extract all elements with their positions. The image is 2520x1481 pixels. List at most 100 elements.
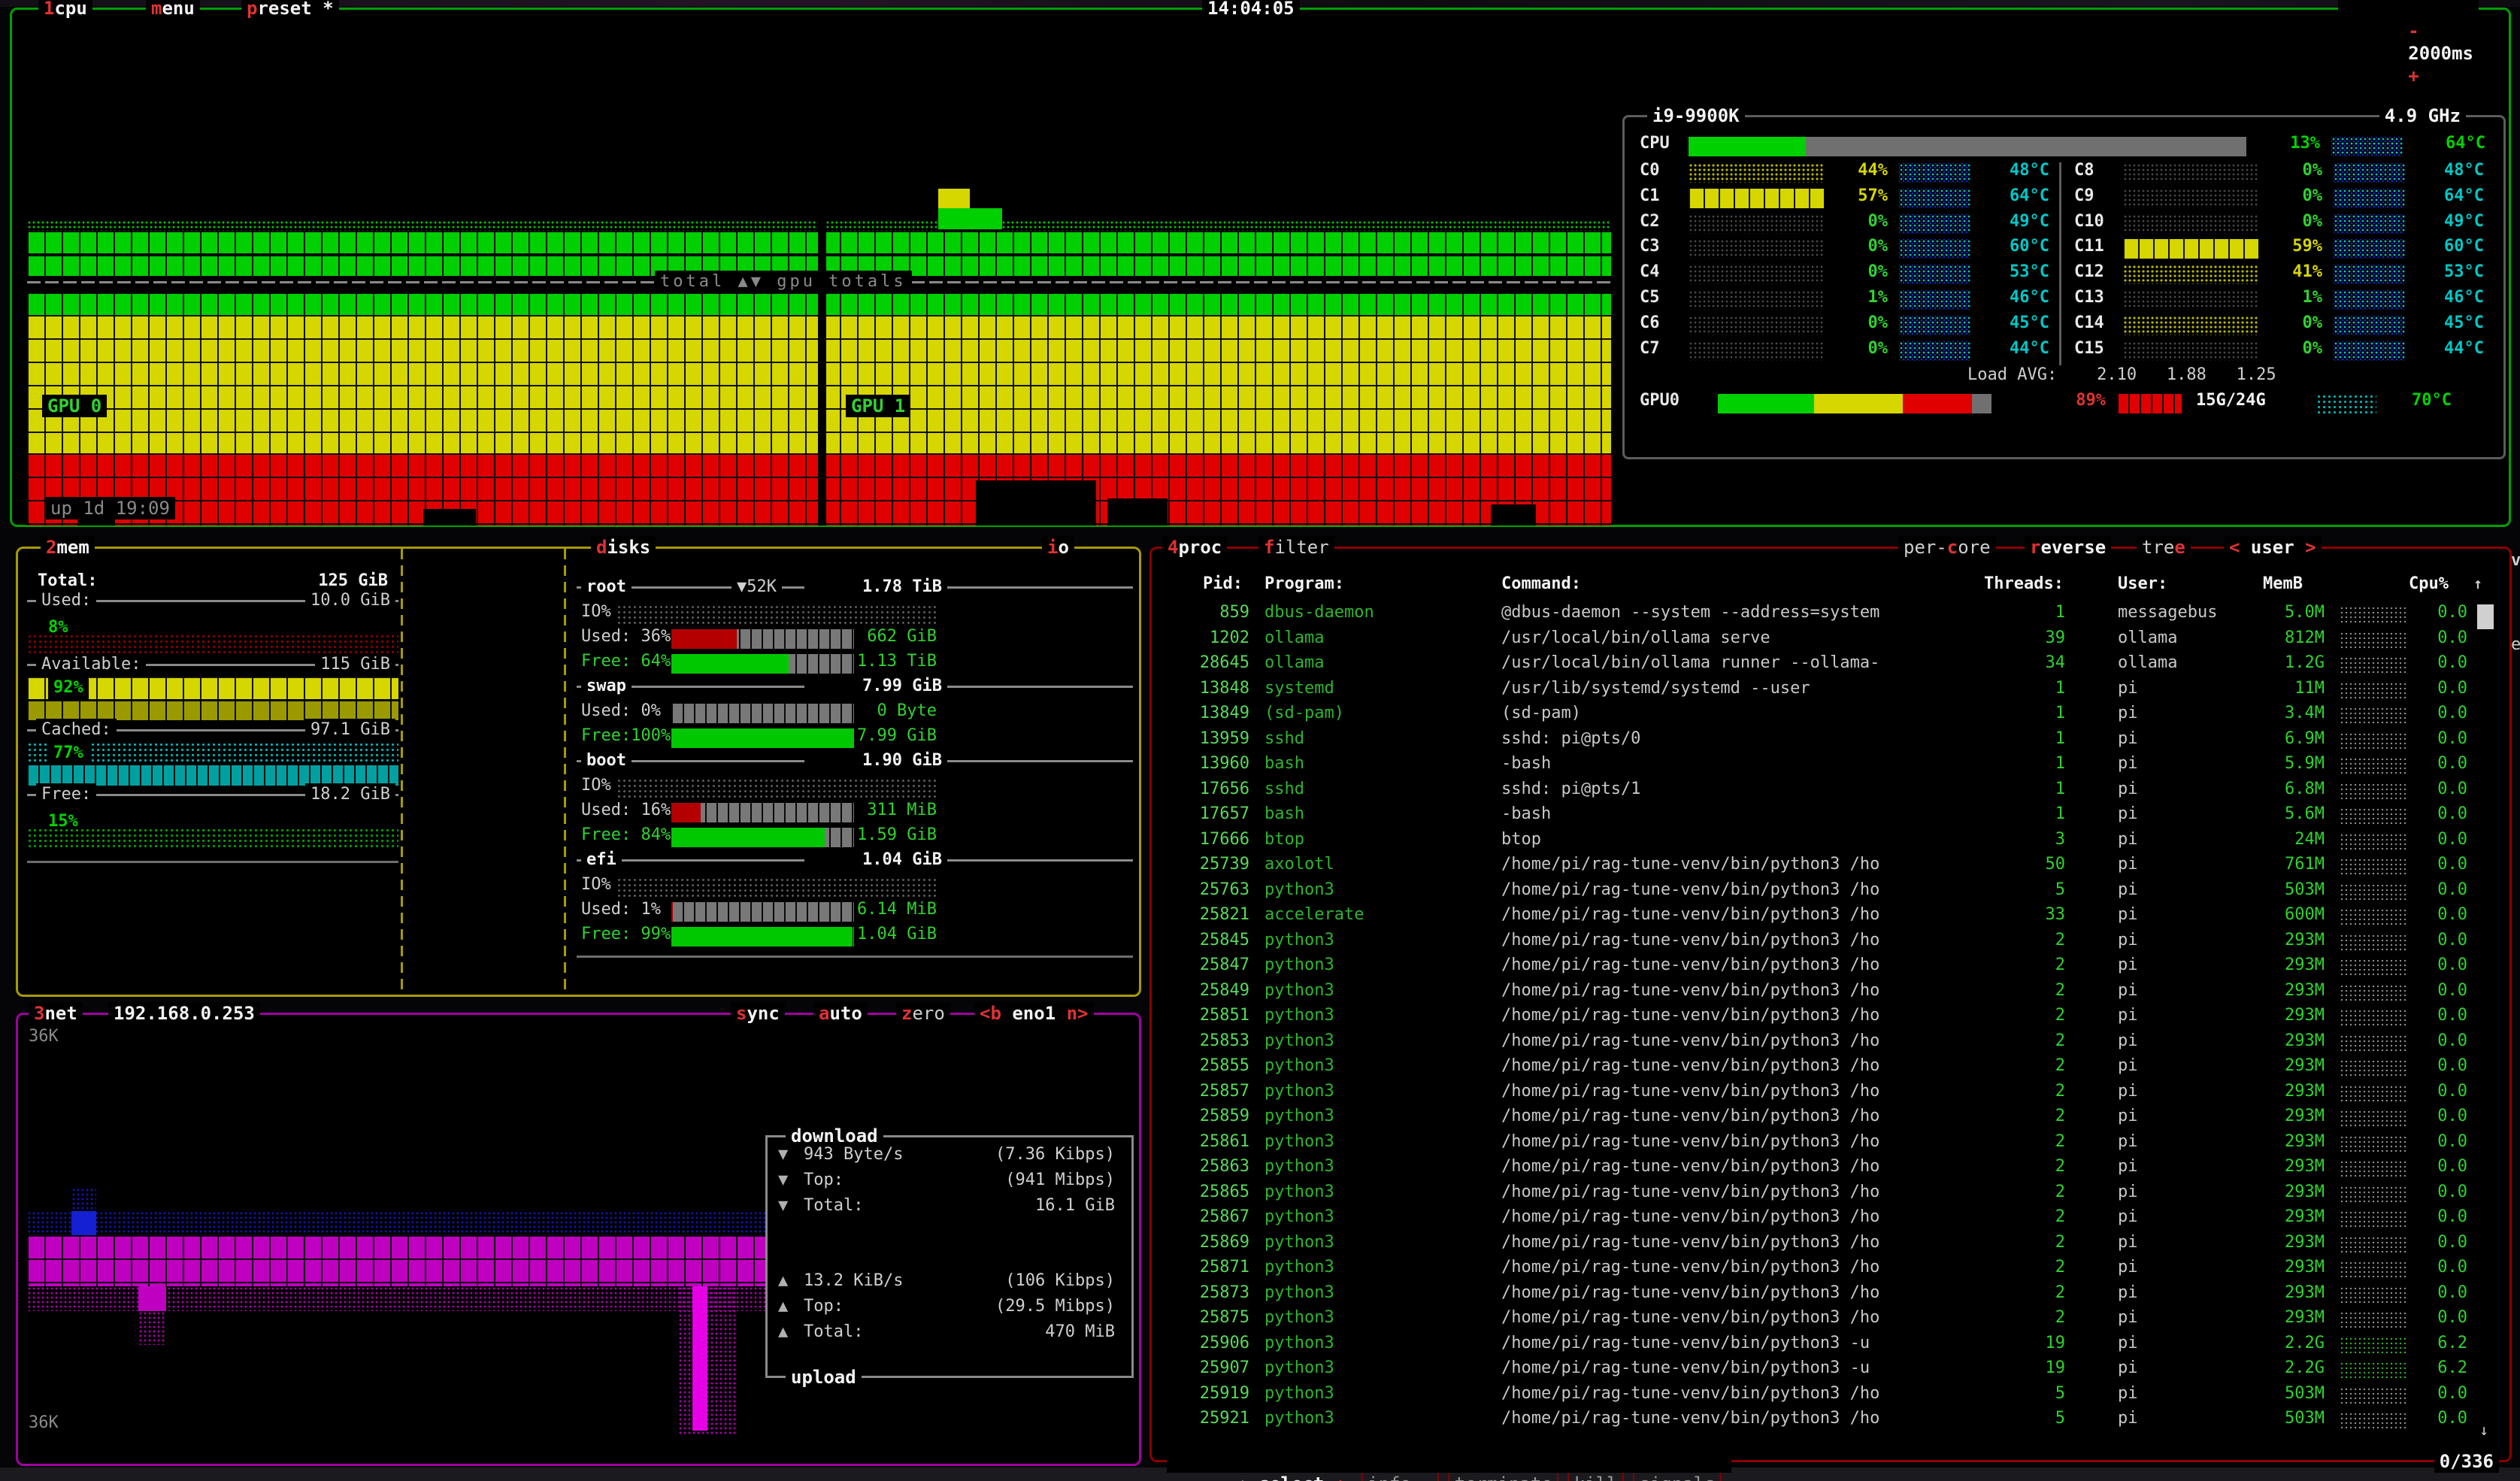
disk-used-label: Used: 0%: [581, 701, 661, 720]
process-row[interactable]: 13960 bash -bash 1 pi 5.9M 0.0: [1152, 754, 2505, 780]
disk-io-row: IO%: [566, 602, 1143, 627]
net-zero-button[interactable]: zero: [896, 1002, 950, 1025]
col-header-pid[interactable]: Pid:: [1203, 574, 1243, 593]
process-row[interactable]: 25739 axolotl/home/pi/rag-tune-venv/bin/p…: [1152, 855, 2505, 880]
disk-free-fill: [671, 828, 825, 847]
disks-bottom-rule: [577, 956, 1133, 958]
sort-arrow-icon[interactable]: ↑: [2473, 574, 2482, 592]
process-program: python3: [1265, 1232, 1334, 1252]
net-interface-selector[interactable]: <b eno1 n>: [974, 1002, 1094, 1025]
process-row[interactable]: 25919 python3/home/pi/rag-tune-venv/bin/p…: [1152, 1384, 2505, 1410]
mem-row-value: 10.0 GiB: [305, 589, 395, 612]
process-row[interactable]: 25859 python3/home/pi/rag-tune-venv/bin/p…: [1152, 1107, 2505, 1132]
process-cpu: 0.0: [2437, 1107, 2467, 1125]
process-row[interactable]: 17666 btop btop 3 pi 24M 0.0: [1152, 830, 2505, 856]
process-row[interactable]: 25921 python3/home/pi/rag-tune-venv/bin/p…: [1152, 1409, 2505, 1434]
col-header-program[interactable]: Program:: [1265, 574, 1344, 593]
process-row[interactable]: 25863 python3/home/pi/rag-tune-venv/bin/p…: [1152, 1157, 2505, 1183]
cpu-freq-label: 4.9 GHz: [2379, 104, 2466, 127]
process-mem: 293M: [2285, 1131, 2325, 1151]
process-mem: 293M: [2285, 930, 2325, 949]
process-row[interactable]: 25853 python3/home/pi/rag-tune-venv/bin/p…: [1152, 1031, 2505, 1057]
col-header-mem[interactable]: MemB: [2263, 574, 2303, 593]
process-row[interactable]: 25849 python3/home/pi/rag-tune-venv/bin/p…: [1152, 981, 2505, 1007]
proc-percore-button[interactable]: per-core: [1898, 536, 1996, 559]
process-mem: 293M: [2285, 1056, 2325, 1075]
process-row[interactable]: 28645 ollama/usr/local/bin/ollama runner …: [1152, 653, 2505, 679]
process-row[interactable]: 25857 python3/home/pi/rag-tune-venv/bin/p…: [1152, 1082, 2505, 1107]
process-row[interactable]: 13848 systemd/usr/lib/systemd/systemd --u…: [1152, 679, 2505, 704]
col-header-command[interactable]: Command:: [1501, 574, 1581, 593]
interval-plus-button[interactable]: +: [2408, 65, 2419, 86]
proc-scroll-down-icon[interactable]: ↓: [2479, 1421, 2488, 1439]
process-row[interactable]: 25763 python3/home/pi/rag-tune-venv/bin/p…: [1152, 880, 2505, 906]
process-row[interactable]: 25906 python3/home/pi/rag-tune-venv/bin/p…: [1152, 1334, 2505, 1359]
process-row[interactable]: 25847 python3/home/pi/rag-tune-venv/bin/p…: [1152, 956, 2505, 981]
net-download-spike: [71, 1188, 96, 1211]
net-box-title[interactable]: 3net: [29, 1002, 83, 1025]
proc-tree-button[interactable]: tree: [2137, 536, 2191, 559]
proc-footer-segments[interactable]: ↑ select ↓ ┘info ↵└┘terminate└┘kill└┘sig…: [1237, 1473, 1726, 1481]
core-row: C11 59% 60°C: [2059, 237, 2494, 262]
process-row[interactable]: 859 dbus-daemon @dbus-daemon --system --ad…: [1152, 603, 2505, 628]
gpu0-stats-label: GPU0: [1640, 391, 1679, 410]
process-program: python3: [1265, 1409, 1334, 1428]
process-pid: 17666: [1199, 829, 1249, 849]
core-temp-graph: [2334, 289, 2405, 310]
process-mem: 24M: [2294, 829, 2325, 849]
download-arrow-icon: ▼: [778, 1145, 789, 1164]
core-row: C7 0% 44°C: [1625, 339, 2059, 365]
col-header-threads[interactable]: Threads:: [1984, 574, 2064, 593]
proc-scrollbar[interactable]: [2477, 604, 2494, 629]
process-row[interactable]: 25907 python3/home/pi/rag-tune-venv/bin/p…: [1152, 1358, 2505, 1384]
process-mem: 5.0M: [2285, 603, 2325, 622]
disk-used-value: 662 GiB: [867, 627, 937, 646]
process-mem: 293M: [2285, 1232, 2325, 1252]
net-auto-button[interactable]: auto: [813, 1002, 868, 1025]
process-row[interactable]: 25873 python3/home/pi/rag-tune-venv/bin/p…: [1152, 1283, 2505, 1309]
proc-filter-button[interactable]: filter: [1258, 536, 1334, 559]
process-program: python3: [1265, 1383, 1334, 1403]
net-info-row: ▲ 13.2 KiB/s (106 Kibps): [768, 1271, 1127, 1297]
process-cpu: 0.0: [2437, 1031, 2467, 1050]
process-row[interactable]: 17656 sshd sshd: pi@pts/1 1 pi 6.8M 0.0: [1152, 780, 2505, 805]
col-header-user[interactable]: User:: [2118, 574, 2167, 593]
process-cpu: 0.0: [2437, 1308, 2467, 1327]
disk-io-bar: [616, 778, 936, 798]
process-program: sshd: [1265, 728, 1304, 748]
process-pid: 25821: [1199, 905, 1249, 924]
proc-box-title[interactable]: 4proc: [1162, 536, 1228, 559]
proc-reverse-button[interactable]: reverse: [2025, 536, 2112, 559]
interval-minus-button[interactable]: -: [2408, 20, 2419, 41]
process-row[interactable]: 25845 python3/home/pi/rag-tune-venv/bin/p…: [1152, 931, 2505, 956]
process-program: python3: [1265, 1283, 1334, 1302]
core-label: C4: [1640, 262, 1660, 282]
core-pct: 44%: [1858, 161, 1888, 180]
core-label: C10: [2074, 211, 2104, 231]
net-info-label: Total:: [804, 1322, 864, 1341]
proc-sort-selector[interactable]: < user >: [2224, 536, 2322, 559]
col-header-cpu[interactable]: Cpu%: [2409, 574, 2449, 593]
process-row[interactable]: 25821 accelerate/home/pi/rag-tune-venv/bi…: [1152, 905, 2505, 931]
process-row[interactable]: 25855 python3/home/pi/rag-tune-venv/bin/p…: [1152, 1056, 2505, 1082]
process-program: sshd: [1265, 779, 1304, 798]
cpu-divider-label[interactable]: total ▲▼ gpu-totals: [655, 271, 912, 293]
process-row[interactable]: 13959 sshd sshd: pi@pts/0 1 pi 6.9M 0.0: [1152, 729, 2505, 755]
net-info-label: Top:: [804, 1297, 844, 1316]
disk-divider: efi 1.04 GiB: [566, 849, 1143, 875]
process-row[interactable]: 25861 python3/home/pi/rag-tune-venv/bin/p…: [1152, 1132, 2505, 1158]
process-row[interactable]: 25867 python3/home/pi/rag-tune-venv/bin/p…: [1152, 1207, 2505, 1233]
process-pid: 25857: [1199, 1081, 1249, 1101]
process-row[interactable]: 13849 (sd-pam) (sd-pam) 1 pi 3.4M 0.0: [1152, 704, 2505, 729]
process-program: python3: [1265, 1107, 1334, 1125]
process-row[interactable]: 25871 python3/home/pi/rag-tune-venv/bin/p…: [1152, 1258, 2505, 1283]
process-row[interactable]: 25865 python3/home/pi/rag-tune-venv/bin/p…: [1152, 1183, 2505, 1208]
process-row[interactable]: 17657 bash -bash 1 pi 5.6M 0.0: [1152, 804, 2505, 830]
process-row[interactable]: 25851 python3/home/pi/rag-tune-venv/bin/p…: [1152, 1006, 2505, 1031]
process-row[interactable]: 25869 python3/home/pi/rag-tune-venv/bin/p…: [1152, 1233, 2505, 1258]
cpu-total-label: CPU: [1640, 134, 1670, 153]
process-program: python3: [1265, 1333, 1334, 1352]
process-row[interactable]: 25875 python3/home/pi/rag-tune-venv/bin/p…: [1152, 1308, 2505, 1334]
process-row[interactable]: 1202 ollama/usr/local/bin/ollama serve 39 o…: [1152, 628, 2505, 654]
net-sync-button[interactable]: sync: [731, 1002, 785, 1025]
